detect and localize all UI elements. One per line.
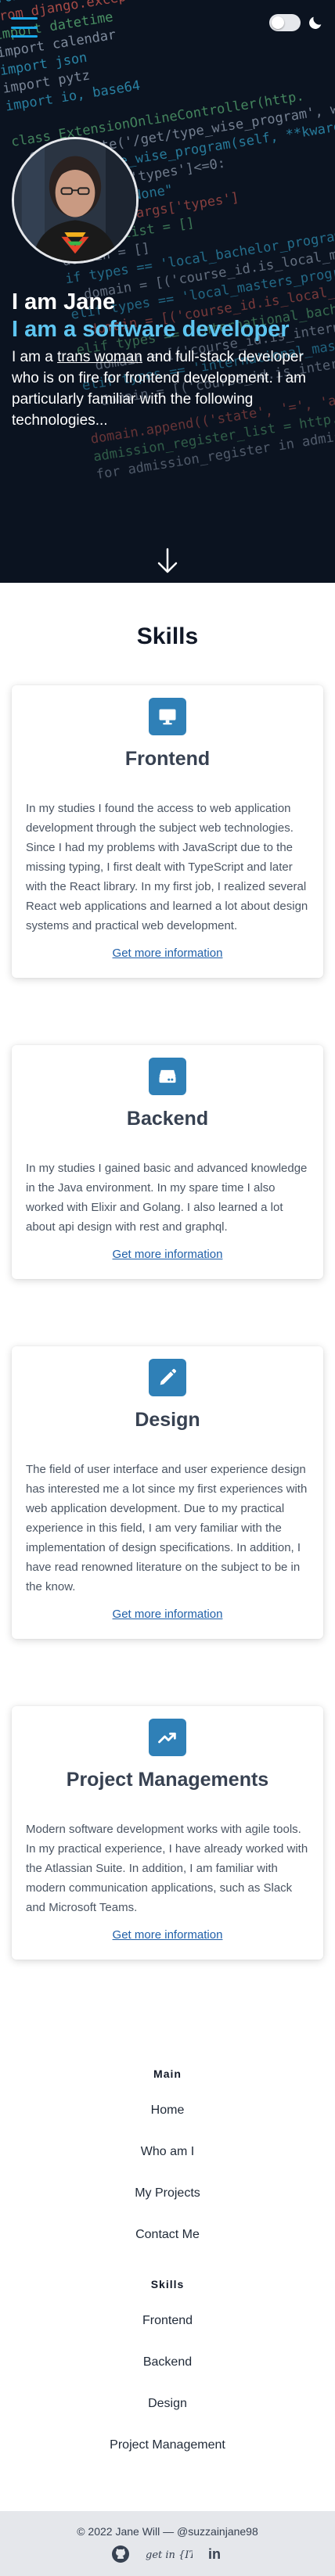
footer-link-who-am-i[interactable]: Who am I (0, 2145, 335, 2159)
footer-link-my-projects[interactable]: My Projects (0, 2186, 335, 2201)
skill-card-title: Backend (126, 1108, 209, 1130)
skill-card-frontend: Frontend In my studies I found the acces… (12, 685, 323, 978)
hero-description-highlight: trans woman (57, 349, 142, 365)
footer-link-design[interactable]: Design (0, 2397, 335, 2411)
footer-heading-skills: Skills (150, 2278, 185, 2290)
skill-card-text: In my studies I gained basic and advance… (26, 1162, 308, 1234)
more-info-link[interactable]: Get more information (113, 1248, 223, 1261)
hero-section: from pathlib import Path from datetime i… (0, 0, 335, 583)
menu-bar (11, 17, 38, 20)
avatar (12, 137, 139, 264)
copyright: © 2022 Jane Will — @suzzainjane98 (77, 2525, 258, 2538)
github-icon (112, 2545, 129, 2563)
monitor-icon (159, 709, 176, 725)
switch-knob (272, 16, 284, 29)
scroll-down-button[interactable] (156, 548, 179, 574)
menu-button[interactable] (11, 17, 38, 38)
menu-bar (11, 26, 38, 29)
hero-description: I am a trans woman and full-stack develo… (12, 347, 325, 431)
skill-card-backend: Backend In my studies I gained basic and… (12, 1045, 323, 1279)
footer-bar: © 2022 Jane Will — @suzzainjane98 get in… (0, 2511, 335, 2576)
more-info-link[interactable]: Get more information (113, 1928, 223, 1942)
skill-card-title: Frontend (124, 748, 211, 770)
skill-icon-badge (149, 1719, 186, 1756)
skill-icon-badge (149, 698, 186, 735)
theme-toggle (269, 14, 324, 31)
more-info-link[interactable]: Get more information (113, 947, 223, 960)
footer-link-project-management[interactable]: Project Management (0, 2438, 335, 2452)
trending-up-icon (158, 1732, 176, 1744)
skill-card-title: Project Managements (66, 1769, 269, 1791)
skill-icon-badge (149, 1359, 186, 1396)
server-icon (159, 1069, 176, 1083)
pencil-icon (160, 1368, 177, 1385)
linkedin-label: in (208, 2546, 221, 2562)
codersrank-label: get in {IT} (146, 2549, 193, 2561)
skill-card-text: Modern software development works with a… (26, 1823, 308, 1914)
linkedin-link[interactable]: in (207, 2545, 224, 2563)
skill-card-design: Design The field of user interface and u… (12, 1346, 323, 1639)
skill-card-text: In my studies I found the access to web … (26, 802, 308, 932)
skill-card-title: Design (135, 1409, 200, 1431)
dark-mode-switch[interactable] (269, 14, 301, 31)
footer: Main Home Who am I My Projects Contact M… (0, 2068, 335, 2576)
footer-nav: Main Home Who am I My Projects Contact M… (0, 2068, 335, 2511)
social-links: get in {IT} in (0, 2545, 335, 2563)
skill-card-text: The field of user interface and user exp… (26, 1463, 308, 1593)
hero-description-part: I am a (12, 349, 58, 365)
footer-link-frontend[interactable]: Frontend (0, 2314, 335, 2328)
hero-name: I am Jane (12, 289, 116, 314)
hero-role: I am a software developer (12, 317, 290, 342)
footer-link-home[interactable]: Home (0, 2104, 335, 2118)
codersrank-link[interactable]: get in {IT} (144, 2545, 193, 2563)
arrow-down-icon (157, 548, 178, 573)
linkedin-icon: in (208, 2546, 221, 2562)
hero-text: I am Jane I am a software developer I am… (12, 289, 325, 431)
footer-link-backend[interactable]: Backend (0, 2355, 335, 2369)
footer-heading-main: Main (153, 2068, 182, 2080)
skills-section: Skills Frontend In my studies I found th… (0, 583, 335, 2042)
menu-bar (11, 35, 38, 38)
moon-icon (309, 16, 322, 29)
more-info-link[interactable]: Get more information (113, 1608, 223, 1621)
footer-link-contact-me[interactable]: Contact Me (0, 2228, 335, 2242)
skills-title: Skills (136, 623, 199, 649)
skill-card-project-management: Project Managements Modern software deve… (12, 1706, 323, 1960)
skill-icon-badge (149, 1058, 186, 1095)
codersrank-icon: get in {IT} (146, 2549, 193, 2561)
github-link[interactable] (111, 2545, 130, 2563)
